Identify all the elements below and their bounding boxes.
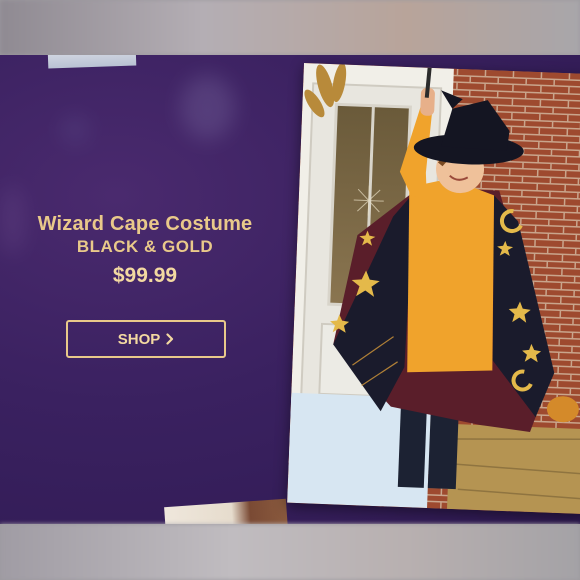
product-subtitle: BLACK & GOLD (76, 237, 214, 256)
product-price: $99.99 (112, 264, 178, 287)
decorative-photo-corner (47, 55, 137, 69)
shop-button-label: SHOP (117, 330, 161, 348)
decorative-photo-bottom (164, 498, 288, 524)
blurred-background-bottom (0, 524, 580, 580)
shop-button[interactable]: SHOP (66, 320, 226, 358)
bokeh-light (180, 75, 235, 140)
blurred-background-top (0, 0, 580, 55)
product-title: Wizard Cape Costume (37, 213, 253, 235)
child-wizard-illustration (287, 63, 580, 515)
chevron-right-icon (166, 333, 174, 345)
promo-banner: Wizard Cape Costume BLACK & GOLD $99.99 … (0, 55, 580, 524)
hero-product-photo (287, 63, 580, 515)
bokeh-light (60, 115, 90, 145)
